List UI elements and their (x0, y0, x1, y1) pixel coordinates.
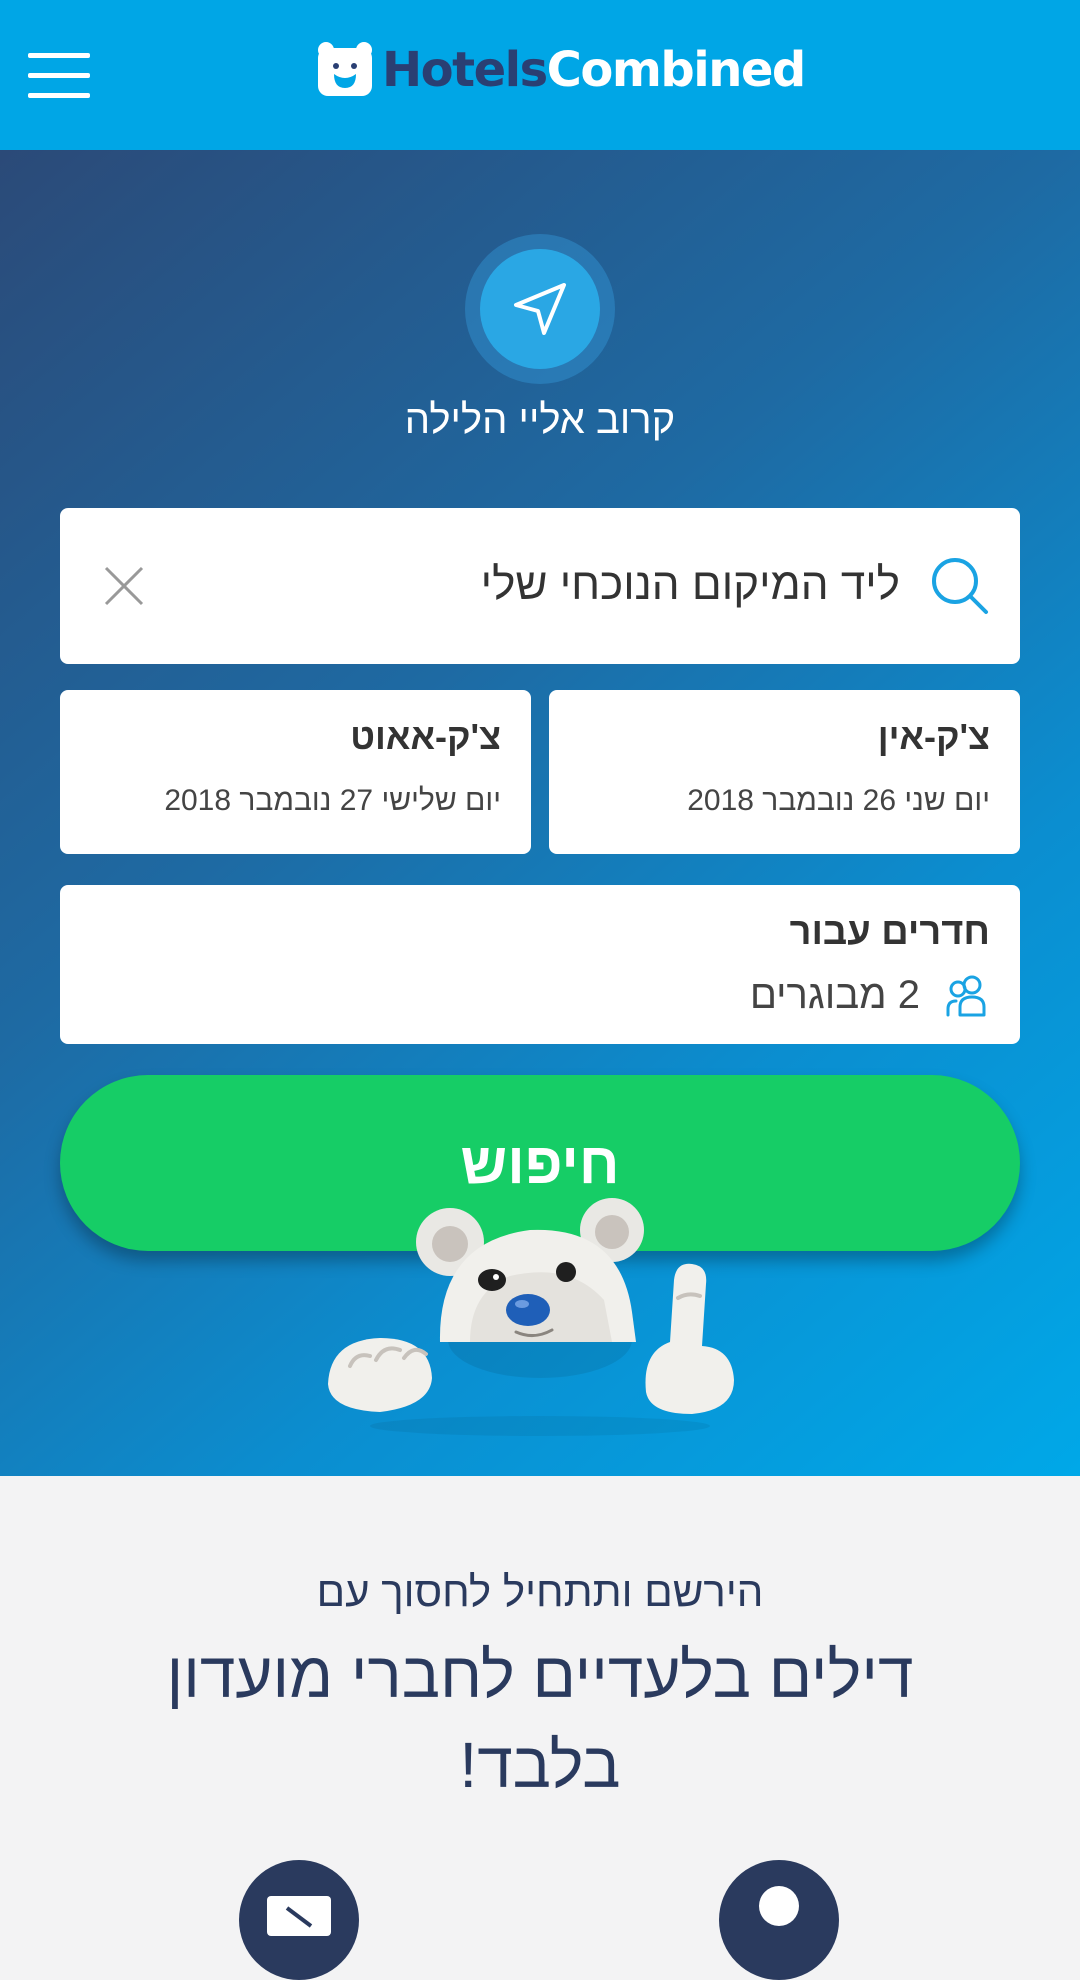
brand-name: HotelsCombined (382, 46, 806, 94)
checkin-label: צ'ק-אין (877, 716, 990, 757)
promo-title: דילים בלעדיים לחברי מועדון בלבד! (166, 1639, 914, 1801)
polar-bear-mascot-image (328, 1198, 734, 1436)
checkin-date-field[interactable]: צ'ק-אין יום שני 26 נובמבר 2018 (549, 690, 1020, 854)
ticket-percent-icon (239, 1860, 359, 1980)
user-profile-icon (719, 1860, 839, 1980)
checkout-date-field[interactable]: צ'ק-אאוט יום שלישי 27 נובמבר 2018 (60, 690, 531, 854)
promo-subtitle: הירשם ותתחיל לחסוך עם (316, 1568, 764, 1615)
near-me-label[interactable]: קרוב אליי הלילה (240, 398, 840, 443)
brand-logo[interactable]: HotelsCombined (316, 40, 806, 100)
search-input-value[interactable]: ליד המיקום הנוכחי שלי (481, 560, 900, 610)
hamburger-menu-icon[interactable] (28, 53, 90, 99)
checkin-value: יום שני 26 נובמבר 2018 (687, 784, 990, 817)
rooms-value: 2 מבוגרים (749, 972, 920, 1017)
rooms-label: חדרים עבור (789, 911, 990, 953)
checkout-label: צ'ק-אאוט (350, 716, 501, 757)
bear-logo-icon (318, 42, 372, 96)
search-icon (932, 558, 988, 614)
rooms-value-row: 2 מבוגרים (750, 971, 990, 1019)
close-icon[interactable] (96, 558, 152, 614)
brand-name-part2: Combined (546, 42, 807, 98)
brand-name-part1: Hotels (382, 42, 548, 98)
near-me-button[interactable] (480, 249, 600, 369)
destination-search-input[interactable]: ליד המיקום הנוכחי שלי (60, 508, 1020, 664)
people-icon (946, 975, 986, 1017)
checkout-value: יום שלישי 27 נובמבר 2018 (164, 784, 501, 817)
app-header: HotelsCombined (0, 0, 1080, 150)
rooms-guests-field[interactable]: חדרים עבור 2 מבוגרים (60, 885, 1020, 1044)
navigation-arrow-icon (514, 283, 566, 335)
